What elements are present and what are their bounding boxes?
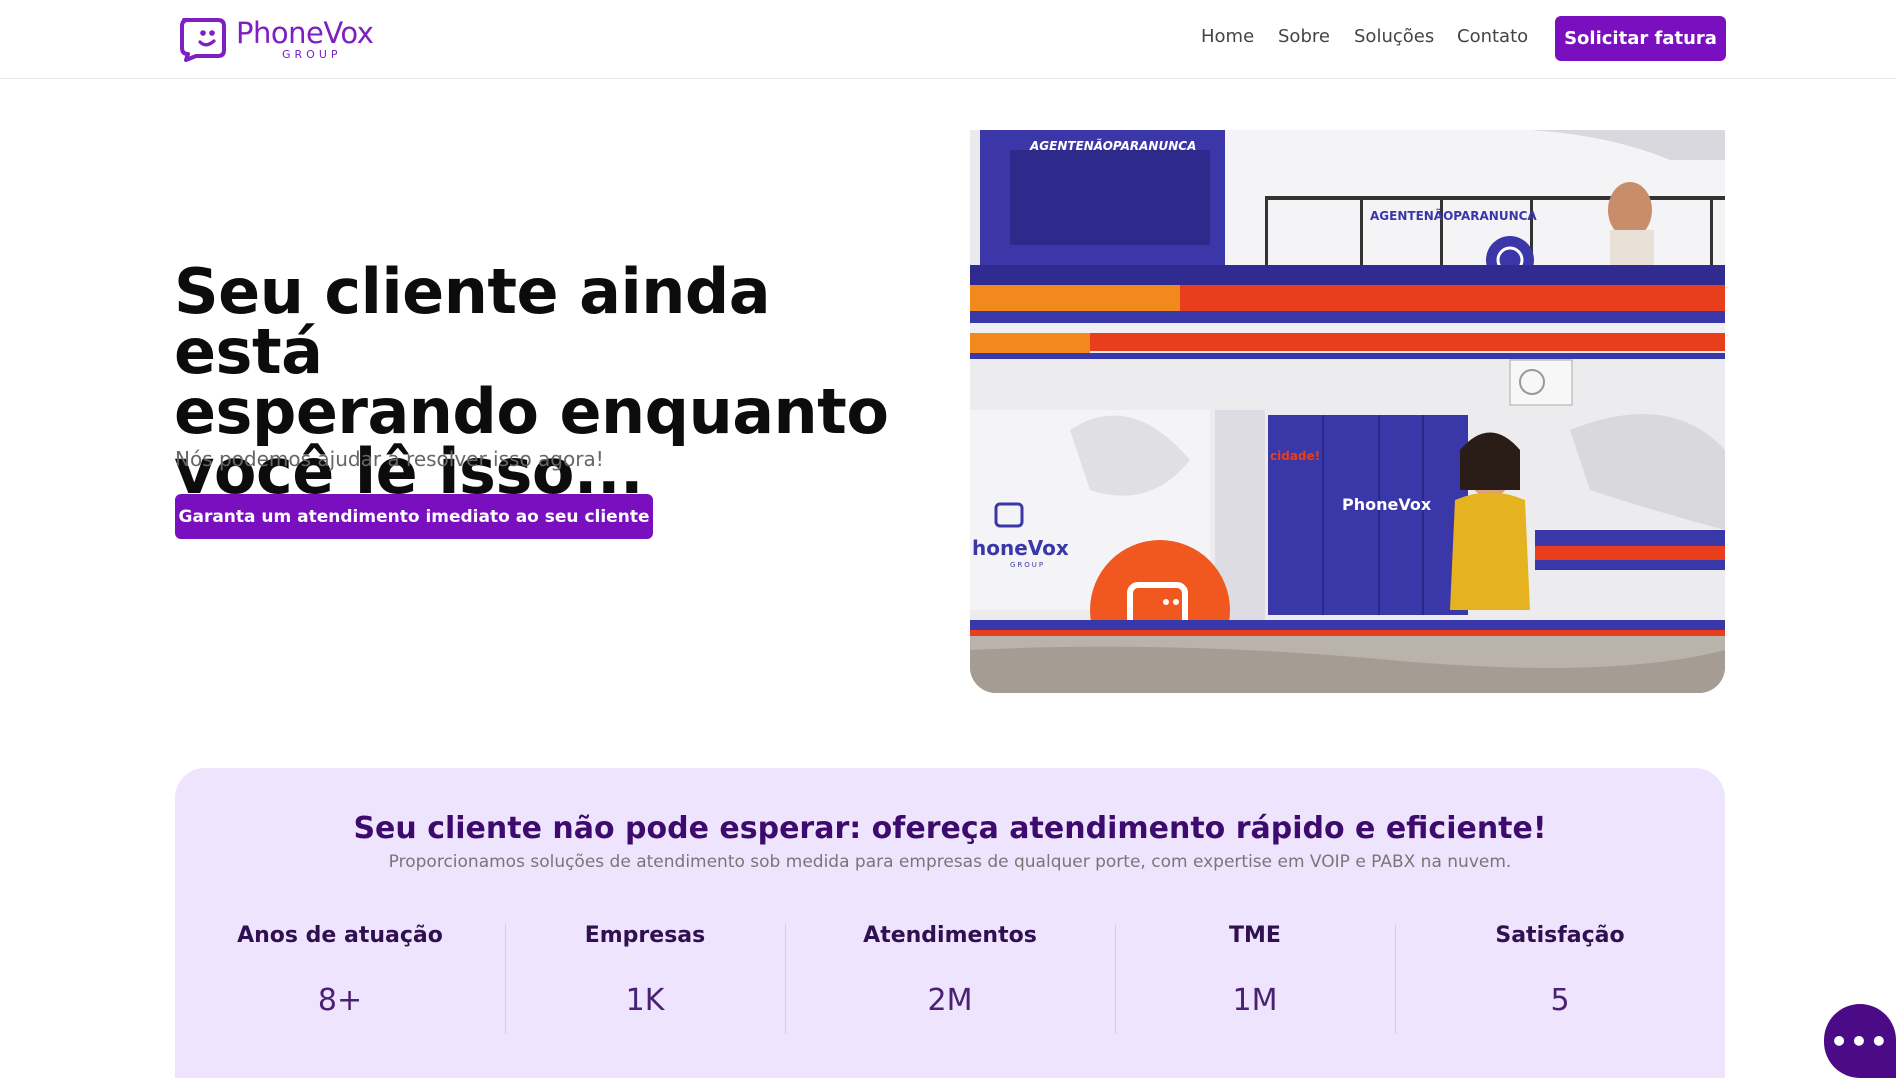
- sign-text: PhoneVox: [1342, 495, 1432, 514]
- nav-solucoes[interactable]: Soluções: [1354, 26, 1434, 47]
- sign-text: AGENTENÃOPARANUNCA: [1029, 138, 1196, 153]
- request-invoice-button[interactable]: Solicitar fatura: [1555, 16, 1726, 61]
- nav-contato[interactable]: Contato: [1457, 26, 1528, 47]
- chat-button[interactable]: •••: [1824, 1004, 1896, 1078]
- stat-label: Satisfação: [1495, 923, 1625, 948]
- nav-home[interactable]: Home: [1201, 26, 1254, 47]
- stat-value: 1M: [1232, 983, 1278, 1018]
- stat-label: Atendimentos: [863, 923, 1037, 948]
- nav-sobre[interactable]: Sobre: [1278, 26, 1330, 47]
- sign-text: GROUP: [1010, 561, 1045, 569]
- stat-calls: Atendimentos 2M: [785, 923, 1115, 1035]
- sign-text: honeVox: [972, 536, 1069, 560]
- stat-years: Anos de atuação 8+: [175, 923, 505, 1035]
- stats-section: Seu cliente não pode esperar: ofereça at…: [175, 768, 1725, 1078]
- storefront-image: AGENTENÃOPARANUNCA AGENTENÃOPARANUNCA Ph…: [970, 130, 1725, 693]
- chat-dots-icon: •••: [1830, 1024, 1890, 1058]
- stat-label: Empresas: [584, 923, 706, 948]
- stat-value: 8+: [317, 983, 363, 1018]
- stat-companies: Empresas 1K: [505, 923, 785, 1035]
- stat-value: 1K: [625, 983, 665, 1018]
- stats-title: Seu cliente não pode esperar: ofereça at…: [353, 811, 1547, 846]
- stat-value: 5: [1550, 983, 1570, 1018]
- site-header: PhoneVox GROUP Home Sobre Soluções Conta…: [0, 0, 1896, 79]
- immediate-service-button[interactable]: Garanta um atendimento imediato ao seu c…: [175, 494, 653, 539]
- stat-satisfaction: Satisfação 5: [1395, 923, 1725, 1035]
- stats-subtitle: Proporcionamos soluções de atendimento s…: [388, 852, 1512, 872]
- sign-text: cidade!: [1270, 449, 1320, 463]
- sign-text: AGENTENÃOPARANUNCA: [1370, 208, 1537, 223]
- stat-tme: TME 1M: [1115, 923, 1395, 1035]
- hero-subtitle: Nós podemos ajudar a resolver isso agora…: [175, 447, 604, 471]
- stat-value: 2M: [927, 983, 973, 1018]
- hero-title-line: Seu cliente ainda está: [174, 255, 771, 388]
- hero-title-line: esperando enquanto: [174, 375, 889, 448]
- stat-label: TME: [1229, 923, 1281, 948]
- stat-label: Anos de atuação: [237, 923, 443, 948]
